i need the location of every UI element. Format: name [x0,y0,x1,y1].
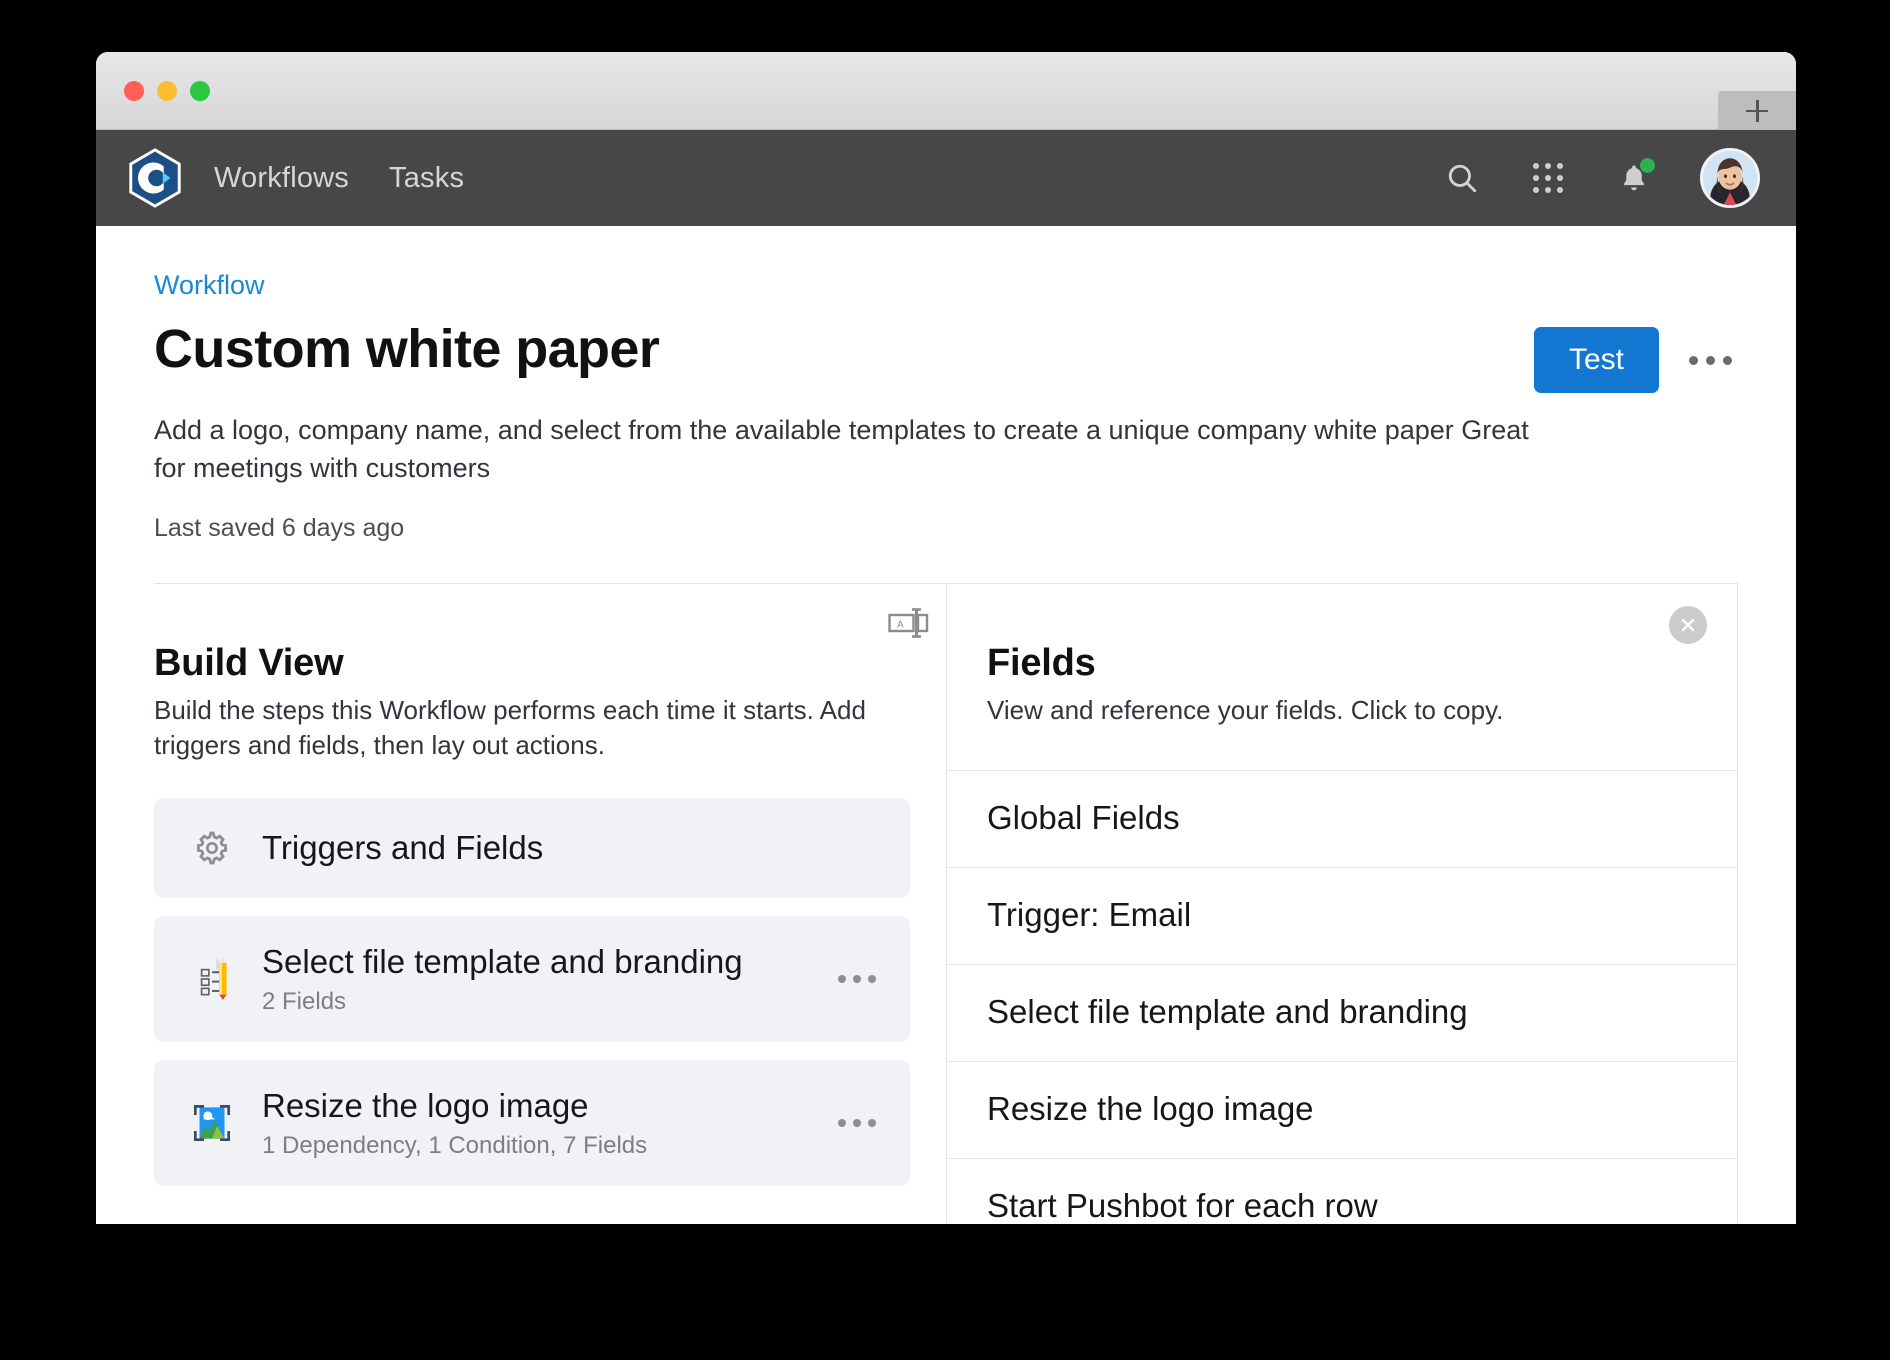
new-tab-button[interactable] [1718,91,1796,130]
notification-badge [1640,158,1655,173]
window-traffic-lights [124,80,210,101]
nav-link-workflows[interactable]: Workflows [214,162,349,195]
list-item[interactable]: Trigger: Email [947,868,1737,966]
fields-panel-heading: Fields [987,641,1096,684]
close-window-button[interactable] [124,80,144,101]
app-navbar: Workflows Tasks [96,130,1796,226]
fields-pane: Fields View and reference your fields. C… [947,583,1738,1224]
fields-panel-header: Fields View and reference your fields. C… [947,584,1737,772]
nav-link-tasks[interactable]: Tasks [389,162,464,195]
minimize-window-button[interactable] [157,80,177,101]
page-content: Workflow Custom white paper Test Add a l… [96,226,1796,1224]
split-panes: A Build View Build the steps this Workfl… [154,582,1738,1224]
grid-dots [1533,163,1563,193]
step-card-triggers-and-fields[interactable]: Triggers and Fields [154,797,910,898]
avatar[interactable] [1700,148,1760,208]
step-title: Select file template and branding [262,942,743,980]
step-body: Select file template and branding 2 Fiel… [262,942,812,1017]
page-more-options-button[interactable] [1683,346,1738,375]
step-title: Triggers and Fields [262,829,544,867]
page-description: Add a logo, company name, and select fro… [154,415,1529,484]
window-titlebar [96,52,1796,130]
step-body: Resize the logo image 1 Dependency, 1 Co… [262,1086,812,1161]
build-view-heading: Build View [154,641,344,684]
notifications-bell-icon[interactable] [1614,158,1655,198]
build-view-header: Build View Build the steps this Workflow… [154,584,910,764]
document-edit-icon [184,951,240,1007]
step-card-select-file-template[interactable]: Select file template and branding 2 Fiel… [154,915,910,1042]
fields-list: Global Fields Trigger: Email Select file… [947,771,1737,1224]
step-title: Resize the logo image [262,1086,589,1124]
zoom-window-button[interactable] [190,80,210,101]
svg-text:A: A [897,619,904,630]
list-item[interactable]: Resize the logo image [947,1062,1737,1160]
app-logo-icon[interactable] [124,147,186,209]
plus-icon [1746,99,1768,122]
close-icon[interactable] [1669,605,1707,644]
build-view-pane: A Build View Build the steps this Workfl… [154,584,946,1223]
primary-nav: Workflows Tasks [214,162,464,195]
test-button[interactable]: Test [1533,327,1659,393]
step-card-resize-logo-image[interactable]: Resize the logo image 1 Dependency, 1 Co… [154,1059,910,1186]
list-item[interactable]: Select file template and branding [947,965,1737,1063]
search-icon[interactable] [1442,158,1482,198]
image-resize-icon [184,1095,240,1151]
navbar-actions [1442,148,1760,208]
list-item[interactable]: Start Pushbot for each row [947,1159,1737,1224]
build-view-subtitle: Build the steps this Workflow performs e… [154,694,866,761]
fields-panel-subtitle: View and reference your fields. Click to… [987,694,1504,725]
step-body: Triggers and Fields [262,828,882,868]
list-item[interactable]: Global Fields [947,771,1737,869]
page-title-row: Custom white paper Test [154,319,1738,393]
step-meta: 2 Fields [262,988,347,1016]
workflow-steps-list: Triggers and Fields Select file template… [154,797,910,1186]
breadcrumb[interactable]: Workflow [154,270,265,301]
gear-icon [184,820,240,876]
page-title: Custom white paper [154,319,660,379]
step-more-options-button[interactable] [832,1107,882,1139]
step-more-options-button[interactable] [832,963,882,995]
page-title-actions: Test [1533,319,1738,393]
apps-grid-icon[interactable] [1528,158,1568,198]
last-saved-text: Last saved 6 days ago [154,513,405,542]
step-meta: 1 Dependency, 1 Condition, 7 Fields [262,1132,648,1160]
browser-window: Workflows Tasks Workflow Custom white pa… [96,52,1796,1224]
pane-resize-handle[interactable]: A [888,606,930,640]
